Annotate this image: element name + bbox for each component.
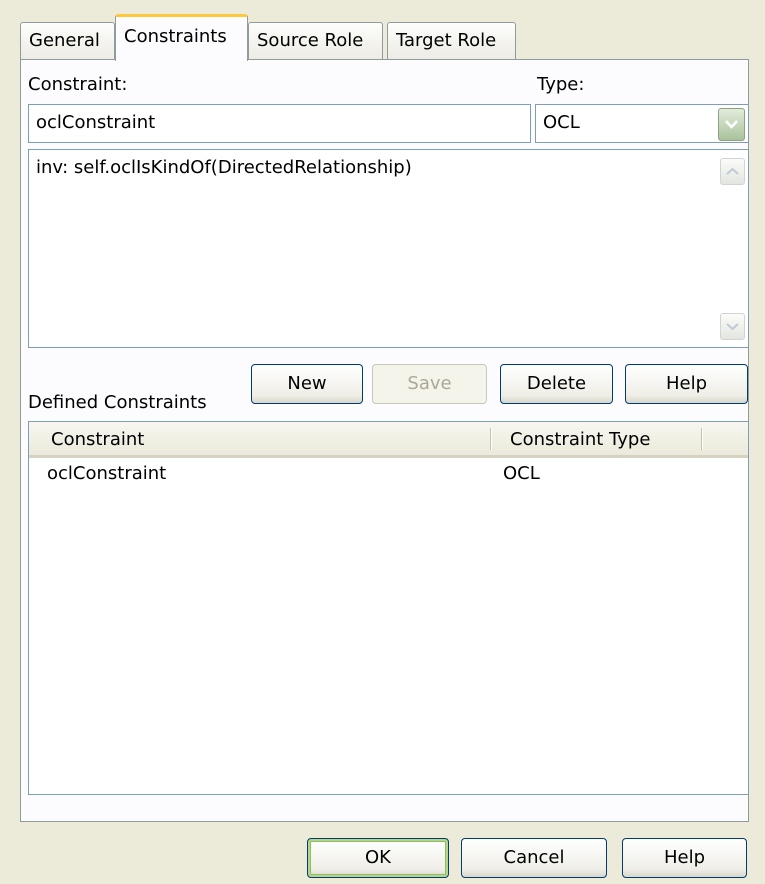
constraint-body-text: inv: self.oclIsKindOf(DirectedRelationsh… bbox=[36, 157, 412, 178]
type-value: OCL bbox=[543, 112, 580, 133]
cancel-button[interactable]: Cancel bbox=[461, 838, 607, 878]
chevron-down-icon[interactable] bbox=[718, 108, 745, 141]
new-button[interactable]: New bbox=[251, 364, 363, 404]
tab-target-role[interactable]: Target Role bbox=[387, 22, 516, 60]
footer-help-button[interactable]: Help bbox=[622, 838, 747, 878]
tab-constraints[interactable]: Constraints bbox=[115, 14, 248, 61]
constraint-name-value: oclConstraint bbox=[36, 112, 156, 133]
constraint-body-textarea[interactable]: inv: self.oclIsKindOf(DirectedRelationsh… bbox=[28, 149, 749, 348]
type-select[interactable]: OCL bbox=[535, 104, 749, 143]
tab-label: Source Role bbox=[257, 30, 364, 51]
type-label: Type: bbox=[537, 74, 585, 95]
column-header-constraint-type[interactable]: Constraint Type bbox=[510, 429, 650, 450]
tab-general[interactable]: General bbox=[20, 22, 115, 60]
save-button[interactable]: Save bbox=[372, 364, 487, 404]
column-divider[interactable] bbox=[490, 428, 491, 450]
row-constraint-name: oclConstraint bbox=[47, 463, 167, 484]
help-button[interactable]: Help bbox=[625, 364, 748, 404]
scroll-up-arrow-icon[interactable] bbox=[720, 158, 745, 185]
constraint-name-input[interactable]: oclConstraint bbox=[28, 104, 531, 143]
column-divider[interactable] bbox=[701, 428, 702, 450]
scroll-down-arrow-icon[interactable] bbox=[720, 313, 745, 340]
defined-constraints-label: Defined Constraints bbox=[28, 392, 207, 413]
column-header-constraint[interactable]: Constraint bbox=[51, 429, 144, 450]
ok-button[interactable]: OK bbox=[307, 838, 449, 878]
tab-label: Constraints bbox=[124, 26, 227, 47]
constraint-label: Constraint: bbox=[28, 74, 128, 95]
tab-label: Target Role bbox=[396, 30, 497, 51]
tab-label: General bbox=[29, 30, 100, 51]
row-constraint-type: OCL bbox=[503, 463, 540, 484]
table-row[interactable]: oclConstraint OCL bbox=[29, 460, 748, 488]
tab-source-role[interactable]: Source Role bbox=[248, 22, 383, 60]
list-header: Constraint Constraint Type bbox=[29, 422, 748, 458]
delete-button[interactable]: Delete bbox=[500, 364, 613, 404]
defined-constraints-list[interactable]: Constraint Constraint Type oclConstraint… bbox=[28, 421, 749, 795]
